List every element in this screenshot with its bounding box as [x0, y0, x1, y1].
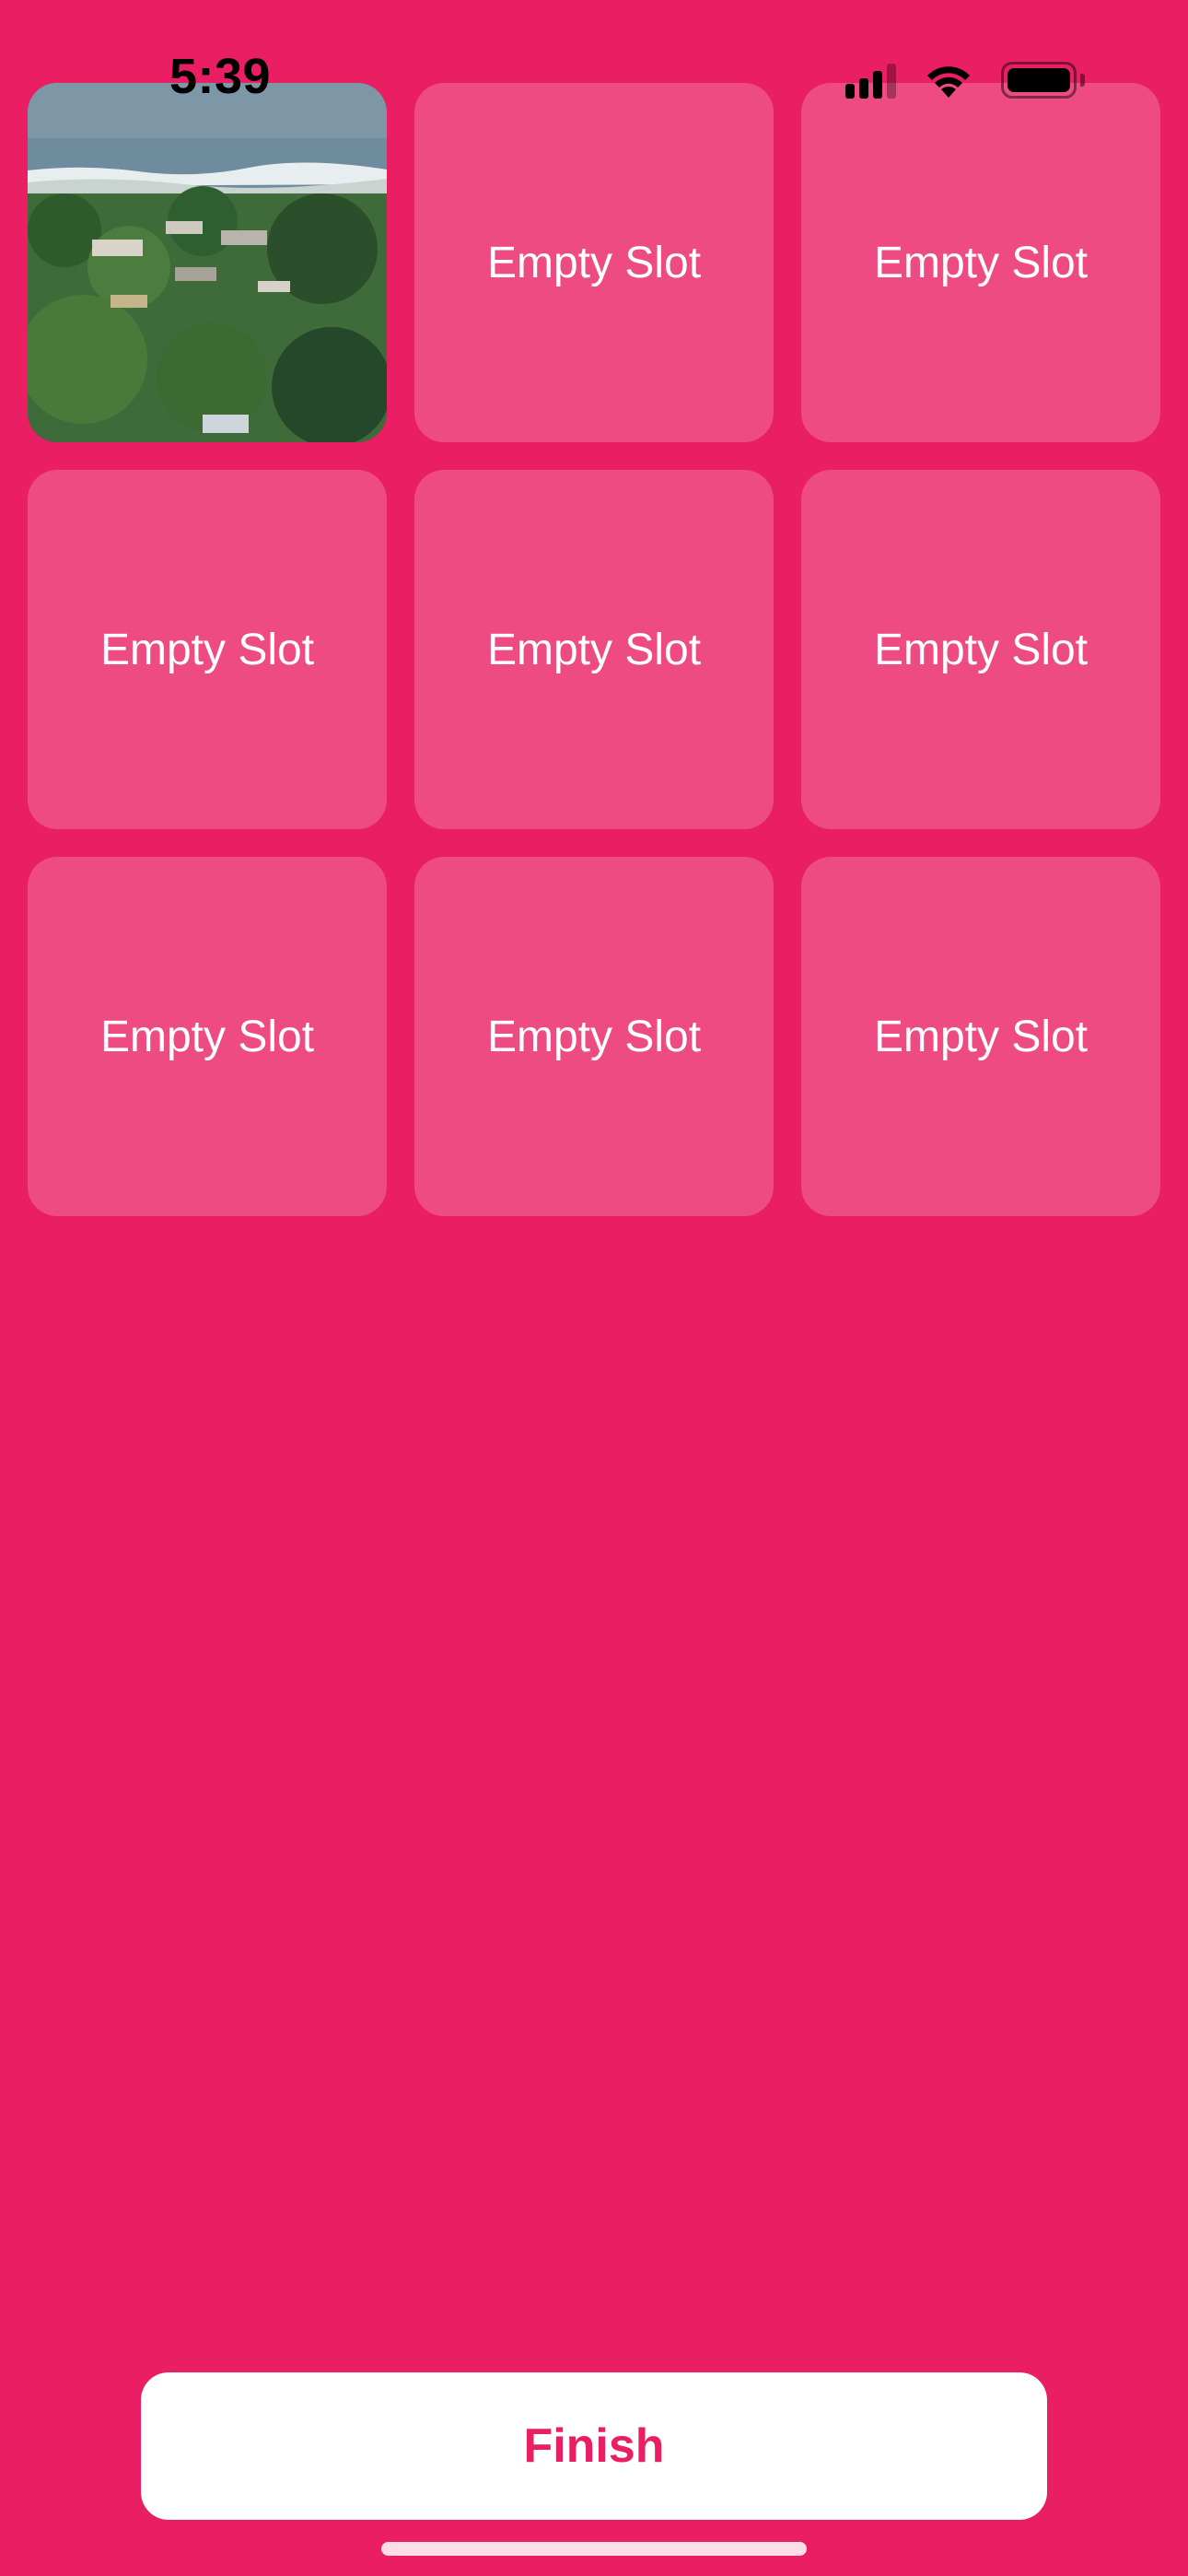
empty-slot-6[interactable]: Empty Slot: [801, 470, 1160, 829]
photo-slot-1[interactable]: [28, 83, 387, 442]
status-icons: [845, 57, 1085, 103]
slot-label: Empty Slot: [486, 1012, 702, 1061]
wifi-icon: [922, 61, 975, 100]
home-indicator[interactable]: [381, 2542, 807, 2556]
finish-button-label: Finish: [523, 2419, 665, 2473]
empty-slot-5[interactable]: Empty Slot: [414, 470, 774, 829]
slot-label: Empty Slot: [99, 1012, 315, 1061]
slot-label: Empty Slot: [873, 625, 1089, 674]
empty-slot-9[interactable]: Empty Slot: [801, 857, 1160, 1216]
empty-slot-3[interactable]: Empty Slot: [801, 83, 1160, 442]
battery-icon: [1001, 62, 1085, 99]
finish-button[interactable]: Finish: [141, 2372, 1047, 2520]
status-time: 5:39: [169, 49, 272, 104]
empty-slot-8[interactable]: Empty Slot: [414, 857, 774, 1216]
empty-slot-4[interactable]: Empty Slot: [28, 470, 387, 829]
slot-label: Empty Slot: [99, 625, 315, 674]
slot-label: Empty Slot: [486, 238, 702, 287]
slot-label: Empty Slot: [873, 1012, 1089, 1061]
empty-slot-2[interactable]: Empty Slot: [414, 83, 774, 442]
slot-label: Empty Slot: [486, 625, 702, 674]
coastal-landscape-photo: [28, 83, 387, 442]
empty-slot-7[interactable]: Empty Slot: [28, 857, 387, 1216]
cellular-signal-icon: [845, 62, 896, 99]
slot-label: Empty Slot: [873, 238, 1089, 287]
photo-grid: Empty Slot Empty Slot Empty Slot Empty S…: [28, 83, 1160, 1216]
